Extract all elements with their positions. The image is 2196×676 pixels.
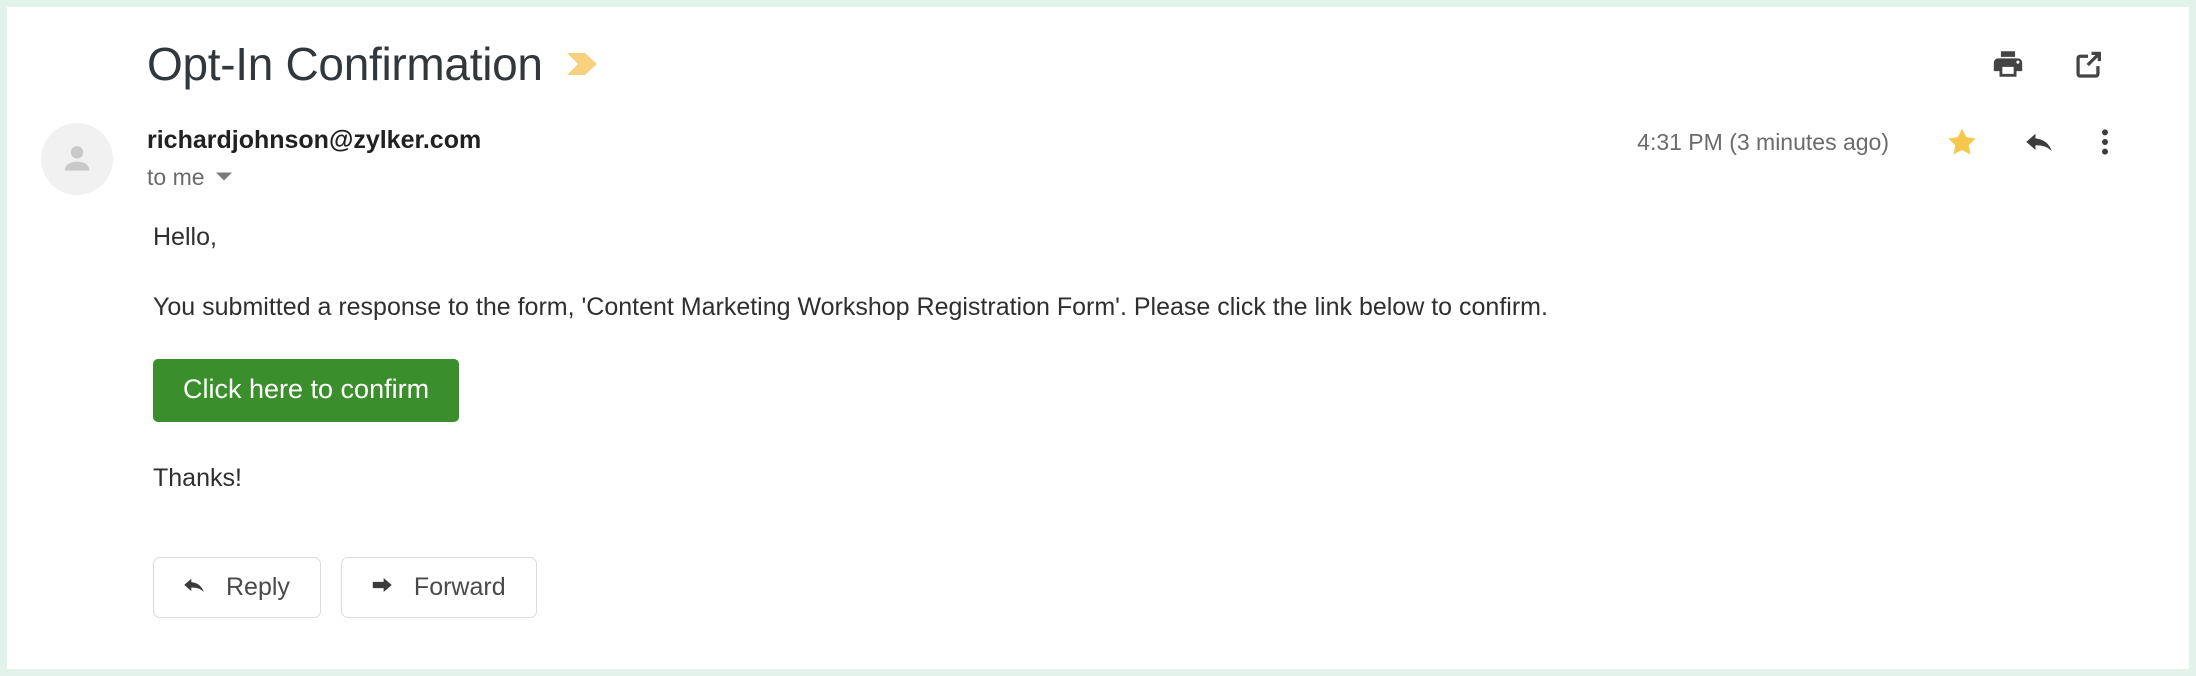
sender-email-address: richardjohnson@zylker.com (147, 126, 482, 154)
avatar (41, 123, 113, 195)
sender-details: richardjohnson@zylker.com to me (147, 119, 481, 191)
reply-arrow-icon (180, 572, 208, 603)
forward-button[interactable]: Forward (340, 557, 537, 619)
body-closing: Thanks! (153, 463, 242, 492)
header-actions-group (1991, 47, 2105, 81)
cta-container: Click here to confirm (153, 358, 2129, 422)
open-in-new-window-icon[interactable] (2071, 47, 2105, 81)
email-content-area: Opt-In Confirmation richardjohnson@zylke… (7, 7, 2189, 669)
email-viewer-window: Opt-In Confirmation richardjohnson@zylke… (0, 0, 2196, 676)
email-body: Hello, You submitted a response to the f… (7, 221, 2149, 619)
message-timestamp: 4:31 PM (3 minutes ago) (1637, 128, 1889, 155)
reply-button[interactable]: Reply (153, 557, 321, 619)
message-actions-group: 4:31 PM (3 minutes ago) (1637, 119, 2111, 159)
recipient-label: to me (147, 164, 205, 190)
forward-arrow-icon (368, 572, 396, 603)
footer-actions: Reply Forward (153, 557, 2129, 619)
recipient-toggle[interactable]: to me (147, 164, 481, 191)
more-vertical-icon[interactable] (2099, 125, 2111, 159)
forward-button-label: Forward (413, 573, 506, 602)
chevron-down-icon (215, 169, 233, 187)
body-paragraph: You submitted a response to the form, 'C… (153, 292, 1548, 321)
subject-header-row: Opt-In Confirmation (7, 7, 2149, 91)
sender-row: richardjohnson@zylker.com to me 4:31 PM … (7, 91, 2149, 195)
reply-arrow-icon[interactable] (2021, 125, 2057, 159)
body-greeting: Hello, (153, 223, 217, 251)
page-title: Opt-In Confirmation (147, 38, 543, 90)
print-icon[interactable] (1991, 47, 2025, 81)
star-filled-icon[interactable] (1945, 125, 1979, 159)
reply-button-label: Reply (226, 573, 290, 602)
label-chevron-icon[interactable] (565, 49, 599, 79)
confirm-button[interactable]: Click here to confirm (153, 358, 460, 422)
